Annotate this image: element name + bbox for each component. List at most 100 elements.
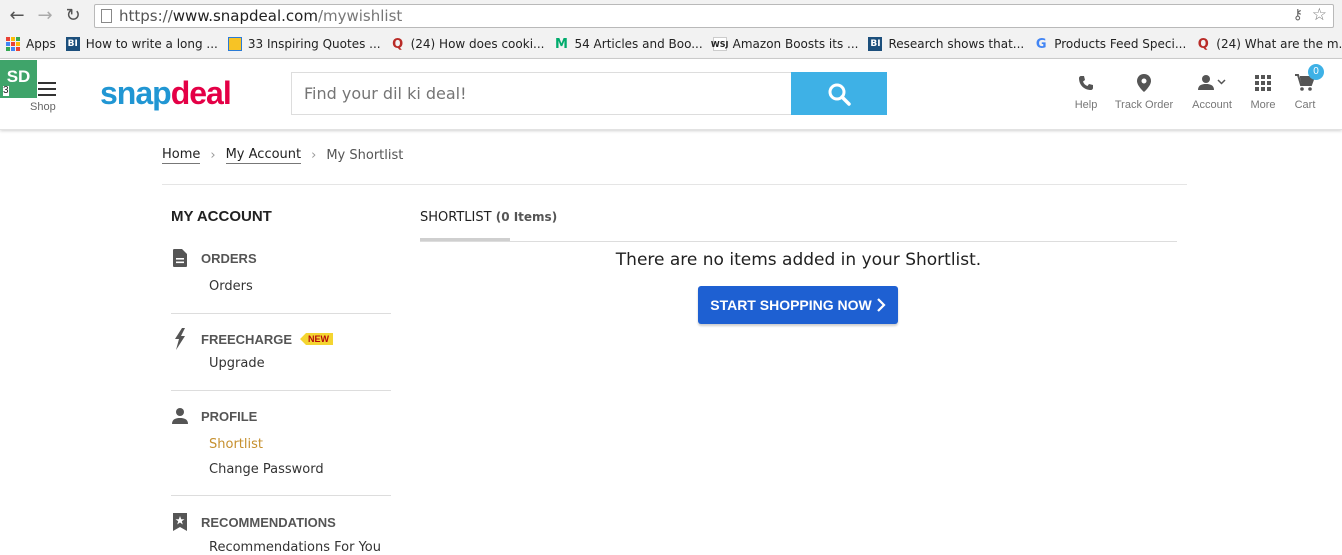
chevron-right-icon: › <box>311 148 317 163</box>
breadcrumb-my-account[interactable]: My Account <box>225 147 302 164</box>
tab-count: (0 Items) <box>495 210 558 224</box>
address-bar[interactable]: https://www.snapdeal.com/mywishlist ⚷ ☆ <box>94 4 1334 28</box>
grid-icon <box>1249 72 1277 94</box>
divider <box>171 313 391 314</box>
quotes-icon <box>227 37 242 51</box>
bookmark-star-icon[interactable]: ☆ <box>1312 5 1327 25</box>
logo-snap: snap <box>100 75 172 111</box>
sidebar-link-orders[interactable]: Orders <box>209 279 253 294</box>
sidebar-link-recommendations[interactable]: Recommendations For You <box>209 540 381 555</box>
bookmark-label: Apps <box>26 37 56 51</box>
forward-arrow-icon[interactable]: → <box>34 4 56 26</box>
bookmark-item[interactable]: 33 Inspiring Quotes ... <box>227 37 381 51</box>
section-title: FREECHARGE <box>201 331 293 347</box>
section-title: ORDERS <box>201 250 257 266</box>
bookmark-label: (24) What are the m... <box>1216 37 1342 51</box>
cart-count-badge: 0 <box>1308 64 1324 80</box>
tab-shortlist[interactable]: SHORTLIST (0 Items) <box>420 208 557 241</box>
google-icon: G <box>1035 36 1047 52</box>
section-freecharge: FREECHARGE NEW <box>171 328 334 350</box>
shop-label[interactable]: Shop <box>30 101 56 113</box>
more-label: More <box>1250 99 1276 111</box>
sd-badge-count: 3 <box>3 85 9 96</box>
track-order-nav[interactable]: Track Order <box>1113 72 1175 111</box>
bookmark-item[interactable]: BI Research shows that... <box>868 37 1024 51</box>
quora-icon: Q <box>392 36 404 52</box>
start-shopping-button[interactable]: START SHOPPING NOW <box>698 286 898 324</box>
bookmark-label: 33 Inspiring Quotes ... <box>247 37 381 51</box>
start-shopping-label: START SHOPPING NOW <box>710 297 872 313</box>
url-host: www.snapdeal.com <box>172 7 318 25</box>
help-nav[interactable]: Help <box>1072 72 1100 111</box>
bookmark-item[interactable]: G Products Feed Speci... <box>1034 36 1187 52</box>
shortlist-tabs: SHORTLIST (0 Items) <box>420 208 1177 242</box>
back-arrow-icon[interactable]: ← <box>6 4 28 26</box>
more-nav[interactable]: More <box>1249 72 1277 111</box>
bookmark-apps[interactable]: Apps <box>6 37 56 51</box>
search-icon <box>828 83 851 106</box>
user-icon <box>1188 72 1236 94</box>
section-orders: ORDERS <box>171 248 257 268</box>
browser-chrome: ← → ↻ https://www.snapdeal.com/mywishlis… <box>0 0 1342 59</box>
chevron-right-icon <box>876 298 886 312</box>
section-profile: PROFILE <box>171 406 257 426</box>
search-input[interactable] <box>291 72 791 115</box>
sidebar-title: MY ACCOUNT <box>171 208 272 225</box>
bookmark-label: Research shows that... <box>888 37 1025 51</box>
phone-icon <box>1072 72 1100 94</box>
bookmark-label: (24) How does cooki... <box>410 37 545 51</box>
sidebar-link-shortlist[interactable]: Shortlist <box>209 437 263 452</box>
search-button[interactable] <box>791 72 887 115</box>
account-nav[interactable]: Account <box>1188 72 1236 111</box>
track-order-label: Track Order <box>1114 99 1174 111</box>
section-recommendations: RECOMMENDATIONS <box>171 512 336 532</box>
logo-deal: deal <box>170 75 232 111</box>
snapdeal-logo[interactable]: snapdeal <box>100 75 232 112</box>
bookmark-label: Products Feed Speci... <box>1054 37 1187 51</box>
divider <box>171 390 391 391</box>
divider <box>162 184 1187 185</box>
medium-icon: M <box>555 36 568 52</box>
tab-active-indicator <box>420 238 510 241</box>
sidebar-link-change-password[interactable]: Change Password <box>209 462 324 477</box>
freecharge-icon <box>171 328 189 350</box>
chevron-right-icon: › <box>210 148 216 163</box>
page-icon <box>101 9 112 23</box>
quora-icon: Q <box>1197 36 1209 52</box>
bookmarks-bar: Apps BI How to write a long ... 33 Inspi… <box>0 33 1342 55</box>
bookmark-label: How to write a long ... <box>85 37 218 51</box>
section-title: PROFILE <box>201 408 258 424</box>
divider <box>171 495 391 496</box>
location-pin-icon <box>1113 72 1175 94</box>
bi-icon: BI <box>65 37 80 51</box>
url-path: /mywishlist <box>317 7 403 25</box>
empty-shortlist-message: There are no items added in your Shortli… <box>615 250 982 270</box>
wsj-icon: WSJ <box>711 37 728 51</box>
breadcrumb-current: My Shortlist <box>326 148 404 163</box>
hamburger-menu-icon[interactable] <box>38 82 56 96</box>
help-label: Help <box>1074 99 1098 111</box>
bookmark-item[interactable]: Q (24) How does cooki... <box>391 36 545 52</box>
bookmark-label: 54 Articles and Boo... <box>574 37 703 51</box>
bookmark-item[interactable]: M 54 Articles and Boo... <box>554 36 703 52</box>
bookmark-item[interactable]: Q (24) What are the m... <box>1196 36 1342 52</box>
new-tag: NEW <box>300 333 334 345</box>
account-label: Account <box>1192 99 1232 111</box>
section-title: RECOMMENDATIONS <box>201 514 336 530</box>
bi-icon: BI <box>868 37 883 51</box>
url-scheme: https:// <box>119 7 173 25</box>
sidebar-link-upgrade[interactable]: Upgrade <box>209 356 265 371</box>
tab-label: SHORTLIST <box>420 210 492 225</box>
bookmark-item[interactable]: BI How to write a long ... <box>65 37 218 51</box>
breadcrumb: Home › My Account › My Shortlist <box>162 147 403 164</box>
breadcrumb-home[interactable]: Home <box>162 147 201 164</box>
cart-label: Cart <box>1294 99 1316 111</box>
apps-grid-icon <box>6 37 20 51</box>
document-icon <box>171 248 189 268</box>
star-bookmark-icon <box>171 512 189 532</box>
key-icon[interactable]: ⚷ <box>1293 7 1303 23</box>
bookmark-label: Amazon Boosts its ... <box>732 37 859 51</box>
person-icon <box>171 406 189 426</box>
reload-icon[interactable]: ↻ <box>62 4 84 26</box>
bookmark-item[interactable]: WSJ Amazon Boosts its ... <box>711 37 859 51</box>
